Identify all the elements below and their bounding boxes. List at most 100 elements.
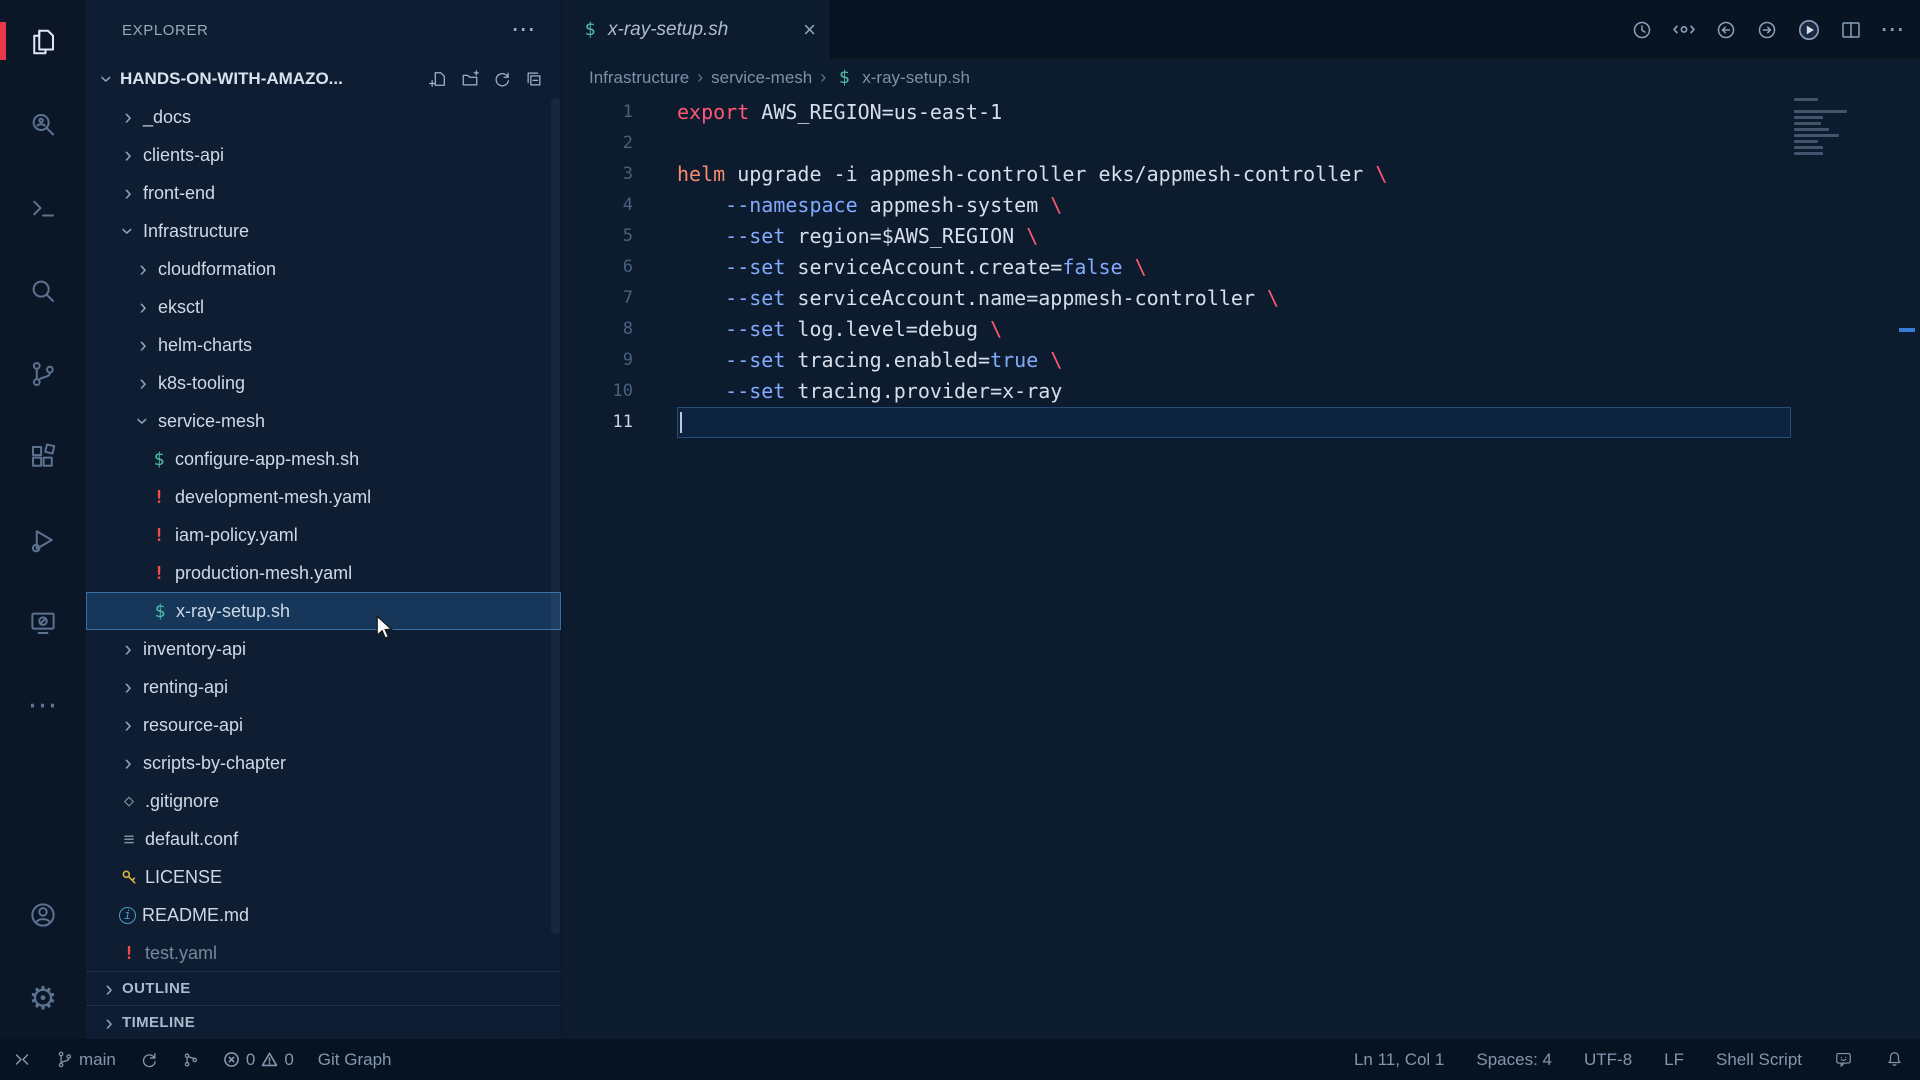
explorer-more-actions-icon[interactable]: ⋯ xyxy=(511,25,535,35)
git-graph-status-icon[interactable] xyxy=(182,1051,199,1069)
feedback-item[interactable] xyxy=(1834,1050,1853,1069)
tree-item-front-end[interactable]: ›front-end xyxy=(86,174,561,212)
commit-graph-icon xyxy=(182,1051,199,1069)
ellipsis-icon: ⋯ xyxy=(28,688,59,723)
project-header[interactable]: › HANDS-ON-WITH-AMAZO... xyxy=(86,60,561,98)
sidebar-scrollbar[interactable] xyxy=(551,98,560,934)
split-editor-icon[interactable] xyxy=(1839,18,1863,42)
tree-item-label: resource-api xyxy=(143,715,243,736)
refresh-icon[interactable] xyxy=(493,70,511,88)
prev-change-icon[interactable] xyxy=(1714,18,1738,42)
activity-terminal[interactable] xyxy=(0,166,86,249)
remote-indicator[interactable] xyxy=(12,1050,32,1070)
tree-item-x-ray-setup.sh[interactable]: $x-ray-setup.sh xyxy=(86,592,561,630)
code-line-4[interactable]: 4 --namespace appmesh-system \ xyxy=(562,190,1920,221)
code-text: --set serviceAccount.create=false \ xyxy=(677,252,1147,283)
tree-item-resource-api[interactable]: ›resource-api xyxy=(86,706,561,744)
activity-extensions[interactable] xyxy=(0,415,86,498)
tree-item-k8s-tooling[interactable]: ›k8s-tooling xyxy=(86,364,561,402)
chevron-right-icon: › xyxy=(134,336,152,354)
code-line-6[interactable]: 6 --set serviceAccount.create=false \ xyxy=(562,252,1920,283)
activity-more[interactable]: ⋯ xyxy=(0,664,86,747)
history-icon[interactable] xyxy=(1630,18,1654,42)
code-line-7[interactable]: 7 --set serviceAccount.name=appmesh-cont… xyxy=(562,283,1920,314)
code-line-5[interactable]: 5 --set region=$AWS_REGION \ xyxy=(562,221,1920,252)
code-line-2[interactable]: 2 xyxy=(562,128,1920,159)
section-label: TIMELINE xyxy=(122,1014,195,1031)
code-line-9[interactable]: 9 --set tracing.enabled=true \ xyxy=(562,345,1920,376)
activity-settings[interactable]: ⚙ xyxy=(0,956,86,1039)
tree-item-iam-policy.yaml[interactable]: !iam-policy.yaml xyxy=(86,516,561,554)
tree-item-cloudformation[interactable]: ›cloudformation xyxy=(86,250,561,288)
tab-x-ray-setup[interactable]: $ x-ray-setup.sh × xyxy=(562,0,831,59)
code-text: --set log.level=debug \ xyxy=(677,314,1002,345)
tree-item-_docs[interactable]: ›_docs xyxy=(86,98,561,136)
tree-item-scripts-by-chapter[interactable]: ›scripts-by-chapter xyxy=(86,744,561,782)
minimap[interactable] xyxy=(1794,98,1851,164)
indentation[interactable]: Spaces: 4 xyxy=(1476,1050,1552,1070)
problems-item[interactable]: 0 0 xyxy=(223,1050,294,1070)
eol[interactable]: LF xyxy=(1664,1050,1684,1070)
tree-item-default.conf[interactable]: ≡default.conf xyxy=(86,820,561,858)
code-line-3[interactable]: 3helm upgrade -i appmesh-controller eks/… xyxy=(562,159,1920,190)
yaml-file-icon: ! xyxy=(119,943,139,964)
new-file-icon[interactable] xyxy=(429,70,447,88)
readme-info-icon: i xyxy=(119,907,136,924)
tree-item-test.yaml[interactable]: !test.yaml xyxy=(86,934,561,971)
code-line-1[interactable]: 1export AWS_REGION=us-east-1 xyxy=(562,97,1920,128)
section-outline[interactable]: › OUTLINE xyxy=(86,971,561,1005)
tree-item-label: k8s-tooling xyxy=(158,373,245,394)
tree-item-configure-app-mesh.sh[interactable]: $configure-app-mesh.sh xyxy=(86,440,561,478)
editor-more-actions-icon[interactable]: ⋯ xyxy=(1880,15,1904,44)
encoding[interactable]: UTF-8 xyxy=(1584,1050,1632,1070)
tree-item-development-mesh.yaml[interactable]: !development-mesh.yaml xyxy=(86,478,561,516)
activity-remote-explorer[interactable] xyxy=(0,581,86,664)
activity-account[interactable] xyxy=(0,873,86,956)
chevron-down-icon: › xyxy=(134,412,152,430)
run-button-icon[interactable] xyxy=(1796,17,1822,43)
chevron-right-icon: › xyxy=(134,298,152,316)
next-change-icon[interactable] xyxy=(1755,18,1779,42)
activity-explorer[interactable] xyxy=(0,0,86,83)
activity-search[interactable] xyxy=(0,249,86,332)
run-debug-icon xyxy=(28,525,58,555)
sync-icon[interactable] xyxy=(140,1051,158,1069)
tree-item-renting-api[interactable]: ›renting-api xyxy=(86,668,561,706)
tree-item-clients-api[interactable]: ›clients-api xyxy=(86,136,561,174)
activity-source-control[interactable] xyxy=(0,332,86,415)
language-mode[interactable]: Shell Script xyxy=(1716,1050,1802,1070)
close-tab-icon[interactable]: × xyxy=(803,17,816,43)
tree-item-production-mesh.yaml[interactable]: !production-mesh.yaml xyxy=(86,554,561,592)
tree-item-service-mesh[interactable]: ›service-mesh xyxy=(86,402,561,440)
code-line-8[interactable]: 8 --set log.level=debug \ xyxy=(562,314,1920,345)
section-timeline[interactable]: › TIMELINE xyxy=(86,1005,561,1039)
collapse-all-icon[interactable] xyxy=(525,70,543,88)
conf-file-icon: ≡ xyxy=(119,829,139,850)
chevron-down-icon: › xyxy=(98,70,116,88)
tree-item-eksctl[interactable]: ›eksctl xyxy=(86,288,561,326)
tree-item-.gitignore[interactable]: ◇.gitignore xyxy=(86,782,561,820)
cursor-position[interactable]: Ln 11, Col 1 xyxy=(1354,1050,1444,1070)
code-line-11[interactable]: 11 xyxy=(562,407,1920,438)
tree-item-label: x-ray-setup.sh xyxy=(176,601,290,622)
breadcrumb-file[interactable]: x-ray-setup.sh xyxy=(862,68,970,88)
new-folder-icon[interactable] xyxy=(461,70,479,88)
code-line-10[interactable]: 10 --set tracing.provider=x-ray xyxy=(562,376,1920,407)
tree-item-Infrastructure[interactable]: ›Infrastructure xyxy=(86,212,561,250)
tree-item-helm-charts[interactable]: ›helm-charts xyxy=(86,326,561,364)
open-changes-icon[interactable] xyxy=(1671,18,1697,42)
breadcrumb-infrastructure[interactable]: Infrastructure xyxy=(589,68,689,88)
activity-run-debug[interactable] xyxy=(0,498,86,581)
branch-item[interactable]: main xyxy=(56,1050,116,1070)
shell-file-icon: $ xyxy=(149,449,169,470)
notifications-item[interactable] xyxy=(1885,1050,1904,1069)
git-graph-label[interactable]: Git Graph xyxy=(318,1050,392,1070)
tree-item-README.md[interactable]: iREADME.md xyxy=(86,896,561,934)
tree-item-LICENSE[interactable]: LICENSE xyxy=(86,858,561,896)
tree-item-inventory-api[interactable]: ›inventory-api xyxy=(86,630,561,668)
activity-gitlens-inspect[interactable] xyxy=(0,83,86,166)
code-editor[interactable]: 1export AWS_REGION=us-east-123helm upgra… xyxy=(562,96,1920,1039)
tree-item-label: inventory-api xyxy=(143,639,246,660)
breadcrumb-service-mesh[interactable]: service-mesh xyxy=(711,68,812,88)
status-bar: main 0 0 xyxy=(0,1039,1920,1080)
